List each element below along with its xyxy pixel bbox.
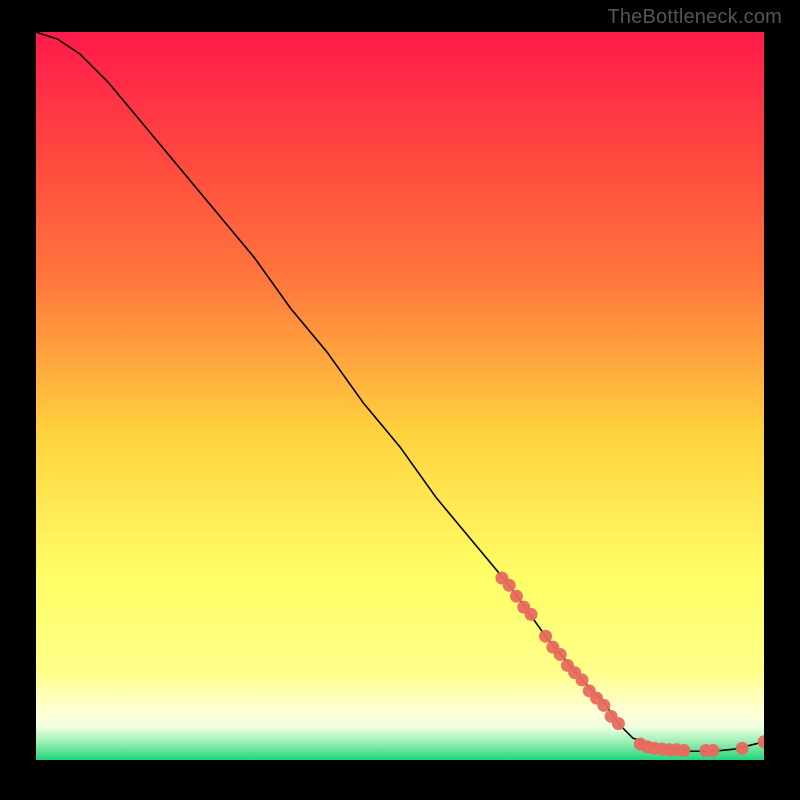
watermark-text: TheBottleneck.com [607, 6, 782, 29]
marker-point [612, 717, 625, 730]
plot-area [36, 32, 764, 760]
marker-point [503, 579, 516, 592]
marker-point [554, 648, 567, 661]
marker-point [539, 630, 552, 643]
marker-point [525, 608, 538, 621]
marker-point [597, 699, 610, 712]
marker-point [510, 590, 523, 603]
chart-frame: TheBottleneck.com [0, 0, 800, 800]
marker-point [677, 744, 690, 757]
marker-point [736, 742, 749, 755]
chart-svg [36, 32, 764, 760]
marker-point [707, 744, 720, 757]
marker-point [576, 673, 589, 686]
